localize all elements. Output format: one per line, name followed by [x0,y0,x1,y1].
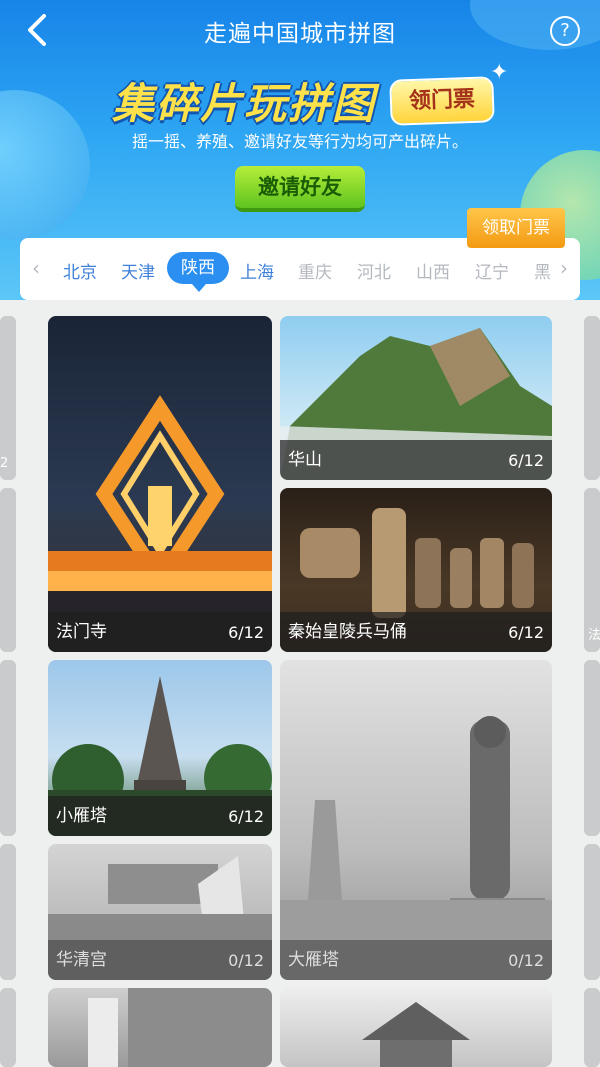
tower-image [362,1002,470,1067]
peek-name: 法 [588,628,600,643]
prev-card-peek [0,488,16,652]
card-title: 法门寺 [56,622,107,642]
puzzle-card-partial[interactable] [48,988,272,1067]
puzzle-piece-icon: ✦ [490,60,509,85]
card-progress: 6/12 [508,623,544,642]
banner-subtitle: 摇一摇、养殖、邀请好友等行为均可产出碎片。 [131,132,468,151]
prev-card-peek [0,844,16,980]
invite-friends-button[interactable]: 邀请好友 [235,166,365,212]
banner-slogan: 集碎片玩拼图 [112,79,377,128]
puzzle-card-terracotta-army[interactable]: 秦始皇陵兵马俑 6/12 [280,488,552,652]
prev-card-peek [0,660,16,836]
next-card-peek [584,316,600,480]
tab-heilongjiang[interactable]: 黑 [534,258,551,283]
puzzle-card-big-wild-goose-pagoda[interactable]: 大雁塔 0/12 [280,660,552,980]
page-title: 走遍中国城市拼图 [204,21,396,47]
card-progress: 0/12 [508,951,544,970]
tab-shaanxi[interactable]: 陕西 [167,252,229,284]
help-button[interactable]: ? [550,16,580,46]
ticket-badge: 领门票 [389,76,495,126]
tab-shanghai[interactable]: 上海 [240,258,274,283]
chevron-right-icon[interactable]: › [560,256,568,280]
tab-tianjin[interactable]: 天津 [121,258,155,283]
card-progress: 6/12 [228,623,264,642]
puzzle-card-huaqing-palace[interactable]: 华清宫 0/12 [48,844,272,980]
claim-ticket-button[interactable]: 领取门票 [467,208,565,248]
prev-card-peek [0,988,16,1067]
next-card-peek [584,844,600,980]
card-title: 小雁塔 [56,806,107,826]
famen-temple-image [48,395,272,652]
tab-hebei[interactable]: 河北 [357,258,391,283]
tab-chongqing[interactable]: 重庆 [298,258,332,283]
tab-liaoning[interactable]: 辽宁 [475,258,509,283]
next-card-peek [584,988,600,1067]
card-title: 华山 [288,450,322,470]
card-title: 大雁塔 [288,950,339,970]
selected-tab-pointer [192,284,206,292]
card-title: 华清宫 [56,950,107,970]
chevron-left-icon[interactable]: ‹ [32,256,40,280]
tab-shanxi[interactable]: 山西 [416,258,450,283]
tab-beijing[interactable]: 北京 [63,258,97,283]
puzzle-card-huashan[interactable]: 华山 6/12 [280,316,552,480]
puzzle-card-famen-temple[interactable]: 法门寺 6/12 [48,316,272,652]
card-title: 秦始皇陵兵马俑 [288,622,407,642]
peek-progress: 2 [0,456,9,471]
card-progress: 0/12 [228,951,264,970]
card-progress: 6/12 [508,451,544,470]
waterfall-image [88,988,272,1067]
puzzle-card-small-wild-goose-pagoda[interactable]: 小雁塔 6/12 [48,660,272,836]
next-card-peek [584,660,600,836]
big-pagoda-image [280,716,552,980]
card-progress: 6/12 [228,807,264,826]
decor-bubble [0,90,90,240]
puzzle-card-partial[interactable] [280,988,552,1067]
